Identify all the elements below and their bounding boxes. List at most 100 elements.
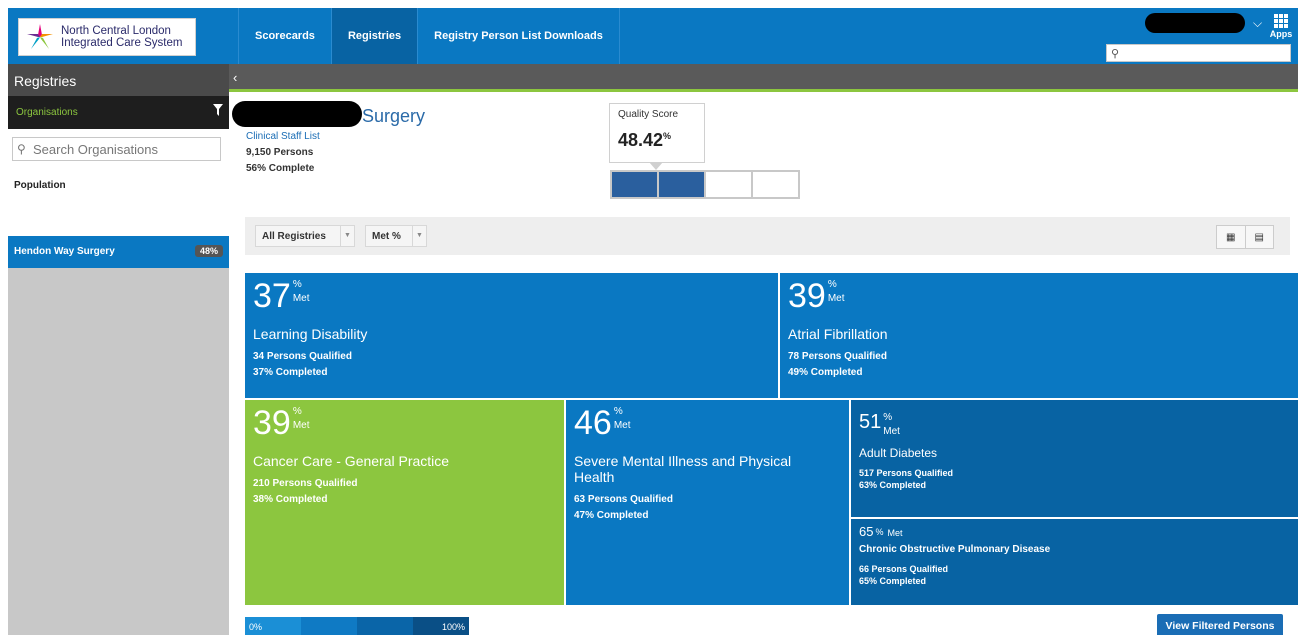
practice-name-redacted bbox=[232, 101, 362, 127]
tile-percent: 39 % Met bbox=[253, 406, 310, 440]
metric-dropdown[interactable]: Met % ▼ bbox=[365, 225, 427, 247]
practice-complete: 56% Complete bbox=[246, 163, 315, 174]
tile-value: 37 bbox=[253, 277, 291, 315]
nav-registries[interactable]: Registries bbox=[331, 8, 419, 64]
registry-tile-adult-diabetes[interactable]: 51 % Met Adult Diabetes 517 Persons Quali… bbox=[851, 400, 1298, 517]
clinical-staff-list-link[interactable]: Clinical Staff List bbox=[246, 131, 320, 142]
quality-score-segment bbox=[753, 172, 798, 197]
tile-unit: % bbox=[292, 406, 302, 417]
dropdown-arrow-icon: ▼ bbox=[340, 226, 354, 246]
practice-persons-count: 9,150 Persons bbox=[246, 147, 314, 158]
tile-value: 39 bbox=[253, 404, 291, 442]
tile-unit: % bbox=[827, 279, 837, 290]
tile-percent: 51 % Met bbox=[859, 412, 900, 438]
main-nav: Scorecards Registries Registry Person Li… bbox=[238, 8, 620, 64]
tile-unit: % bbox=[292, 279, 302, 290]
tile-percent: 37 % Met bbox=[253, 279, 310, 313]
all-registries-dropdown[interactable]: All Registries ▼ bbox=[255, 225, 355, 247]
quality-score-card: Quality Score 48.42% bbox=[609, 103, 705, 163]
tile-completed: 63% Completed bbox=[859, 480, 927, 490]
org-name: Hendon Way Surgery bbox=[14, 246, 115, 257]
tile-view-icon[interactable]: ▦ bbox=[1217, 226, 1245, 248]
color-scale-legend: 0% 100% bbox=[245, 617, 469, 635]
tile-met: Met bbox=[292, 293, 310, 304]
registry-tile-copd[interactable]: 65 % Met Chronic Obstructive Pulmonary D… bbox=[851, 519, 1298, 605]
chevron-down-icon[interactable]: ⌵ bbox=[1253, 16, 1262, 31]
nav-registry-person-list-downloads[interactable]: Registry Person List Downloads bbox=[418, 8, 620, 64]
tile-qualified: 63 Persons Qualified bbox=[574, 494, 673, 505]
sidebar-filter-panel: ⚲ Search Organisations Population bbox=[8, 129, 229, 236]
collapse-sidebar-icon[interactable]: ‹ bbox=[233, 70, 237, 85]
organisations-filter-header[interactable]: Organisations bbox=[8, 96, 229, 129]
organisations-label: Organisations bbox=[16, 107, 78, 118]
logo-star-icon bbox=[25, 22, 55, 52]
tile-value: 51 bbox=[859, 411, 882, 433]
search-organisations-input[interactable]: ⚲ Search Organisations bbox=[12, 137, 221, 161]
search-organisations-placeholder: Search Organisations bbox=[33, 142, 159, 157]
quality-score-unit: % bbox=[663, 131, 672, 141]
view-toggle: ▦ ▤ bbox=[1216, 225, 1274, 249]
sidebar-title: Registries bbox=[8, 64, 229, 96]
all-registries-label: All Registries bbox=[262, 231, 326, 242]
tile-title: Atrial Fibrillation bbox=[788, 326, 888, 342]
tile-title: Severe Mental Illness and Physical Healt… bbox=[574, 453, 792, 485]
tile-value: 65 bbox=[859, 524, 874, 539]
apps-grid-icon bbox=[1266, 14, 1296, 28]
top-header: North Central London Integrated Care Sys… bbox=[8, 8, 1298, 64]
tile-qualified: 34 Persons Qualified bbox=[253, 351, 352, 362]
quality-score-value: 48.42% bbox=[618, 130, 671, 151]
population-heading: Population bbox=[14, 180, 66, 191]
tile-met: Met bbox=[292, 420, 310, 431]
logo-line-2: Integrated Care System bbox=[61, 37, 183, 49]
quality-score-segment bbox=[706, 172, 753, 197]
tile-completed: 37% Completed bbox=[253, 367, 328, 378]
search-icon: ⚲ bbox=[1111, 48, 1120, 60]
ics-logo[interactable]: North Central London Integrated Care Sys… bbox=[18, 18, 196, 56]
tile-completed: 38% Completed bbox=[253, 494, 328, 505]
dropdown-arrow-icon: ▼ bbox=[412, 226, 426, 246]
app-root: North Central London Integrated Care Sys… bbox=[0, 0, 1303, 635]
user-name-redacted[interactable] bbox=[1145, 13, 1245, 33]
nav-scorecards[interactable]: Scorecards bbox=[238, 8, 332, 64]
sidebar-org-item[interactable]: Hendon Way Surgery 48% bbox=[8, 236, 229, 268]
registry-tile-atrial-fibrillation[interactable]: 39 % Met Atrial Fibrillation 78 Persons Q… bbox=[780, 273, 1298, 398]
quality-score-label: Quality Score bbox=[618, 109, 679, 120]
legend-swatch bbox=[357, 617, 413, 635]
tile-qualified: 78 Persons Qualified bbox=[788, 351, 887, 362]
registry-tile-severe-mental-illness[interactable]: 46 % Met Severe Mental Illness and Physic… bbox=[566, 400, 849, 605]
quality-score-segment bbox=[659, 172, 706, 197]
tile-title: Learning Disability bbox=[253, 326, 368, 342]
tile-title: Chronic Obstructive Pulmonary Disease bbox=[859, 544, 1051, 555]
quality-score-pointer bbox=[649, 162, 663, 170]
practice-name-suffix: Surgery bbox=[362, 106, 426, 126]
tile-percent: 65 % Met bbox=[859, 525, 903, 541]
sidebar: Registries Organisations ⚲ Search Organi… bbox=[8, 64, 229, 635]
apps-launcher[interactable]: Apps bbox=[1266, 14, 1296, 39]
table-view-icon[interactable]: ▤ bbox=[1244, 226, 1274, 248]
org-percent-badge: 48% bbox=[194, 245, 223, 257]
tile-completed: 47% Completed bbox=[574, 510, 649, 521]
apps-label: Apps bbox=[1269, 29, 1293, 39]
quality-score-bar bbox=[610, 170, 800, 199]
registry-tile-learning-disability[interactable]: 37 % Met Learning Disability 34 Persons Q… bbox=[245, 273, 778, 398]
logo-line-1: North Central London bbox=[61, 25, 171, 37]
tile-met: Met bbox=[827, 293, 845, 304]
filters-bar: All Registries ▼ Met % ▼ ▦ ▤ bbox=[245, 217, 1290, 255]
quality-score-number: 48.42 bbox=[618, 130, 664, 150]
quality-score-segment bbox=[612, 172, 659, 197]
tile-qualified: 66 Persons Qualified bbox=[859, 564, 949, 574]
global-search-input[interactable]: ⚲ bbox=[1106, 44, 1291, 62]
view-filtered-persons-button[interactable]: View Filtered Persons bbox=[1157, 614, 1283, 635]
registry-tile-cancer-care[interactable]: 39 % Met Cancer Care - General Practice 2… bbox=[245, 400, 564, 605]
tile-completed: 49% Completed bbox=[788, 367, 863, 378]
tile-completed: 65% Completed bbox=[859, 576, 927, 586]
tile-unit: % bbox=[883, 412, 893, 423]
logo-text: North Central London Integrated Care Sys… bbox=[61, 25, 182, 49]
filter-icon[interactable] bbox=[213, 104, 223, 116]
tile-met: Met bbox=[887, 528, 903, 538]
tile-title: Adult Diabetes bbox=[859, 446, 938, 460]
legend-swatch bbox=[301, 617, 357, 635]
tile-met: Met bbox=[613, 420, 631, 431]
tile-qualified: 210 Persons Qualified bbox=[253, 478, 358, 489]
tile-value: 46 bbox=[574, 404, 612, 442]
